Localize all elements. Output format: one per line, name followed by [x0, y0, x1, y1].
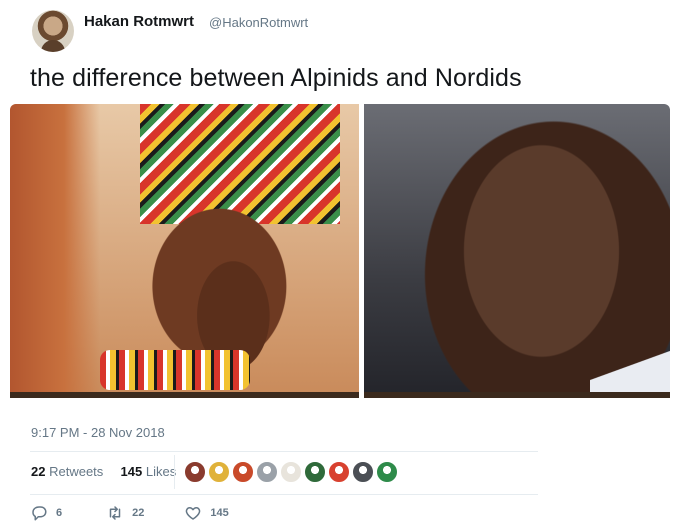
tweet-stats: 22 Retweets 145 Likes — [31, 464, 176, 479]
like-button[interactable]: 145 — [184, 504, 229, 522]
liker-avatar[interactable] — [232, 461, 254, 483]
likes-count[interactable]: 145 — [121, 464, 143, 479]
tweet-actions: 6 22 145 — [30, 504, 229, 522]
retweet-icon — [109, 506, 121, 520]
tweet-timestamp[interactable]: 9:17 PM - 28 Nov 2018 — [31, 425, 165, 440]
like-count: 145 — [210, 507, 229, 519]
liker-avatars — [184, 461, 398, 483]
liker-avatar[interactable] — [208, 461, 230, 483]
retweet-button[interactable]: 22 — [106, 504, 144, 522]
reply-button[interactable]: 6 — [30, 504, 62, 522]
photo-right-bottom-bar — [364, 392, 670, 398]
tweet-photo-right[interactable] — [364, 104, 670, 398]
liker-avatar[interactable] — [184, 461, 206, 483]
tweet-text: the difference between Alpinids and Nord… — [30, 64, 522, 92]
divider-bottom — [30, 494, 538, 495]
liker-avatar[interactable] — [280, 461, 302, 483]
retweets-label[interactable]: Retweets — [49, 464, 103, 479]
retweets-count[interactable]: 22 — [31, 464, 45, 479]
likes-label[interactable]: Likes — [146, 464, 176, 479]
divider-top — [30, 451, 538, 452]
stats-separator — [174, 455, 175, 489]
user-name[interactable]: Hakan Rotmwrt — [84, 13, 194, 30]
retweet-count: 22 — [132, 507, 145, 519]
photo-left-bottom-bar — [10, 392, 359, 398]
user-handle[interactable]: @HakonRotmwrt — [209, 15, 308, 30]
liker-avatar[interactable] — [256, 461, 278, 483]
liker-avatar[interactable] — [376, 461, 398, 483]
avatar[interactable] — [32, 10, 74, 52]
reply-count: 6 — [56, 507, 63, 519]
liker-avatar[interactable] — [304, 461, 326, 483]
liker-avatar[interactable] — [352, 461, 374, 483]
reply-icon — [32, 506, 47, 521]
tweet-photo-left[interactable] — [10, 104, 359, 398]
heart-icon — [186, 507, 201, 520]
liker-avatar[interactable] — [328, 461, 350, 483]
